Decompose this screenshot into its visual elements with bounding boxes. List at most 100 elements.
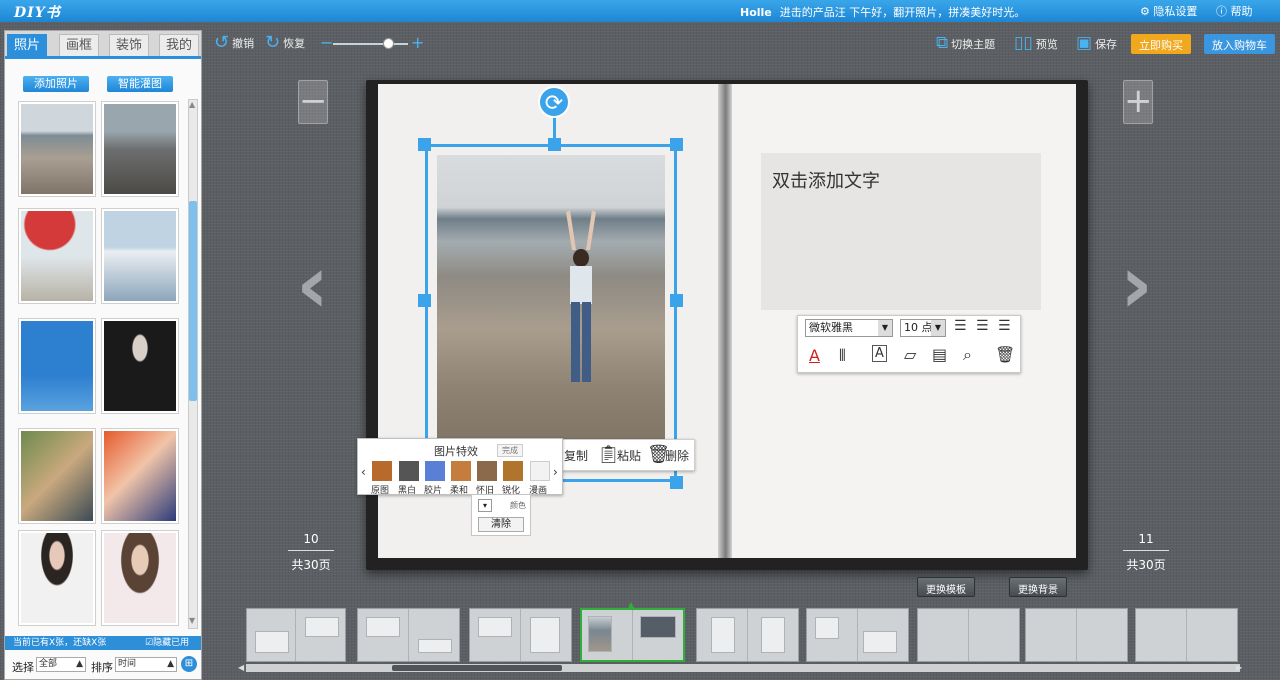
redo-button[interactable]: ↻ 恢复 <box>265 34 305 52</box>
tab-decorations[interactable]: 装饰 <box>109 34 149 56</box>
redo-label: 恢复 <box>283 37 306 50</box>
help-link[interactable]: ⓘ 帮助 <box>1216 3 1253 19</box>
spread-thumb[interactable] <box>357 608 460 662</box>
photo-count-text: 当前已有X张，还缺X张 <box>13 638 107 648</box>
effect-label: 柔和 <box>450 486 469 496</box>
clear-button[interactable]: 清除 <box>478 517 524 532</box>
user-name[interactable]: Holle <box>740 6 772 19</box>
resize-handle[interactable] <box>670 138 683 151</box>
effects-done-button[interactable]: 完成 <box>497 444 523 457</box>
color-popover: ▾ 颜色 清除 <box>471 494 531 536</box>
prev-page-icon[interactable]: ‹ <box>296 238 329 331</box>
change-background-button[interactable]: 更换背景 <box>1009 577 1067 597</box>
size-dropdown[interactable]: 10 点 ▼ <box>900 319 946 337</box>
layout-slot <box>863 631 897 653</box>
next-page-icon[interactable]: › <box>1120 238 1153 331</box>
spread-thumb-active[interactable] <box>580 608 685 662</box>
delete-button[interactable]: 删除 <box>665 447 689 464</box>
smart-fill-button[interactable]: 智能灌图 <box>107 76 173 92</box>
scroll-right-icon[interactable]: ▶ <box>1236 663 1242 672</box>
effect-label: 漫画 <box>529 486 548 496</box>
text-style-icon[interactable]: A <box>872 345 887 362</box>
spread-thumb[interactable] <box>806 608 909 662</box>
grid-view-icon[interactable]: ⊞ <box>181 656 197 672</box>
spread-thumb[interactable] <box>696 608 799 662</box>
spread-thumb[interactable] <box>1135 608 1238 662</box>
photo-thumb[interactable] <box>18 318 96 414</box>
effect-thumb[interactable] <box>530 461 550 481</box>
photo-thumb[interactable] <box>101 318 179 414</box>
effect-thumb[interactable] <box>451 461 471 481</box>
resize-handle[interactable] <box>670 476 683 489</box>
save-button[interactable]: ▣ 保存 <box>1076 35 1117 52</box>
photo-thumb[interactable] <box>18 101 96 197</box>
resize-handle[interactable] <box>418 138 431 151</box>
resize-handle[interactable] <box>670 294 683 307</box>
effect-thumb[interactable] <box>372 461 392 481</box>
align-right-icon[interactable]: ☰ <box>998 318 1011 334</box>
letter-spacing-icon[interactable]: ⫴ <box>839 346 846 366</box>
effect-thumb[interactable] <box>399 461 419 481</box>
spread-thumb[interactable] <box>246 608 346 662</box>
photo-thumb[interactable] <box>18 530 96 626</box>
add-photo-button[interactable]: 添加照片 <box>23 76 89 92</box>
tab-frames[interactable]: 画框 <box>59 34 99 56</box>
layout-slot <box>815 617 839 639</box>
note-icon[interactable]: ▱ <box>904 345 916 364</box>
zoom-in-icon[interactable]: + <box>411 33 424 52</box>
select-dropdown[interactable]: 全部 ▲ <box>36 657 86 672</box>
resize-handle[interactable] <box>418 294 431 307</box>
buy-now-button[interactable]: 立即购买 <box>1131 34 1191 54</box>
add-page-button[interactable]: + <box>1123 80 1153 124</box>
add-to-cart-button[interactable]: 放入购物车 <box>1204 34 1275 54</box>
filmstrip-scrollbar-thumb[interactable] <box>392 665 562 671</box>
copy-button[interactable]: 复制 <box>564 447 588 464</box>
font-dropdown[interactable]: 微软雅黑 ▼ <box>805 319 893 337</box>
photo-thumb[interactable] <box>18 428 96 524</box>
preview-button[interactable]: ▯▯ 预览 <box>1014 35 1058 52</box>
zoom-out-icon[interactable]: − <box>320 33 333 52</box>
photo-thumb[interactable] <box>18 208 96 304</box>
spread-thumb[interactable] <box>917 608 1020 662</box>
switch-theme-button[interactable]: ⧉ 切换主题 <box>936 35 995 52</box>
find-icon[interactable]: ⌕ <box>963 345 972 365</box>
color-picker[interactable]: ▾ <box>478 499 492 512</box>
undo-button[interactable]: ↺ 撤销 <box>214 34 254 52</box>
paste-button[interactable]: 粘贴 <box>617 447 641 464</box>
scroll-down-icon[interactable]: ▼ <box>189 616 195 625</box>
panel-scrollbar-thumb[interactable] <box>189 201 197 401</box>
paste-icon[interactable]: ▤ <box>932 345 947 364</box>
zoom-slider[interactable] <box>333 43 408 45</box>
resize-handle[interactable] <box>548 138 561 151</box>
greeting-text: 进击的产品汪 下午好，翻开照片，拼凑美好时光。 <box>779 6 1026 19</box>
photo-thumb[interactable] <box>101 530 179 626</box>
align-center-icon[interactable]: ☰ <box>976 318 989 334</box>
effect-thumb[interactable] <box>503 461 523 481</box>
photo-thumb[interactable] <box>101 208 179 304</box>
spread-thumb[interactable] <box>469 608 572 662</box>
privacy-settings-link[interactable]: ⚙ 隐私设置 <box>1140 3 1197 19</box>
save-icon: ▣ <box>1076 33 1093 53</box>
scroll-up-icon[interactable]: ▲ <box>189 100 195 109</box>
effects-next-icon[interactable]: › <box>553 465 558 479</box>
spread-thumb[interactable] <box>1025 608 1128 662</box>
remove-page-button[interactable]: − <box>298 80 328 124</box>
scroll-left-icon[interactable]: ◀ <box>238 663 244 672</box>
rotate-icon[interactable]: ⟳ <box>538 86 570 118</box>
hide-used-checkbox[interactable]: ☑隐藏已用 <box>145 636 189 650</box>
tab-mine[interactable]: 我的 <box>159 34 199 56</box>
font-color-icon[interactable]: A <box>809 346 820 365</box>
photo-thumb[interactable] <box>101 101 179 197</box>
tab-photos[interactable]: 照片 <box>7 34 47 56</box>
photo-thumb[interactable] <box>101 428 179 524</box>
change-template-button[interactable]: 更换模板 <box>917 577 975 597</box>
text-box[interactable]: 双击添加文字 <box>761 153 1041 310</box>
trash-icon[interactable]: 🗑︎ <box>995 345 1015 364</box>
align-left-icon[interactable]: ☰ <box>954 318 967 334</box>
sort-dropdown[interactable]: 时间 ▲ <box>115 657 177 672</box>
effect-thumb[interactable] <box>425 461 445 481</box>
zoom-slider-handle[interactable] <box>383 38 394 49</box>
effects-prev-icon[interactable]: ‹ <box>361 465 366 479</box>
layout-slot <box>761 617 785 653</box>
effect-thumb[interactable] <box>477 461 497 481</box>
